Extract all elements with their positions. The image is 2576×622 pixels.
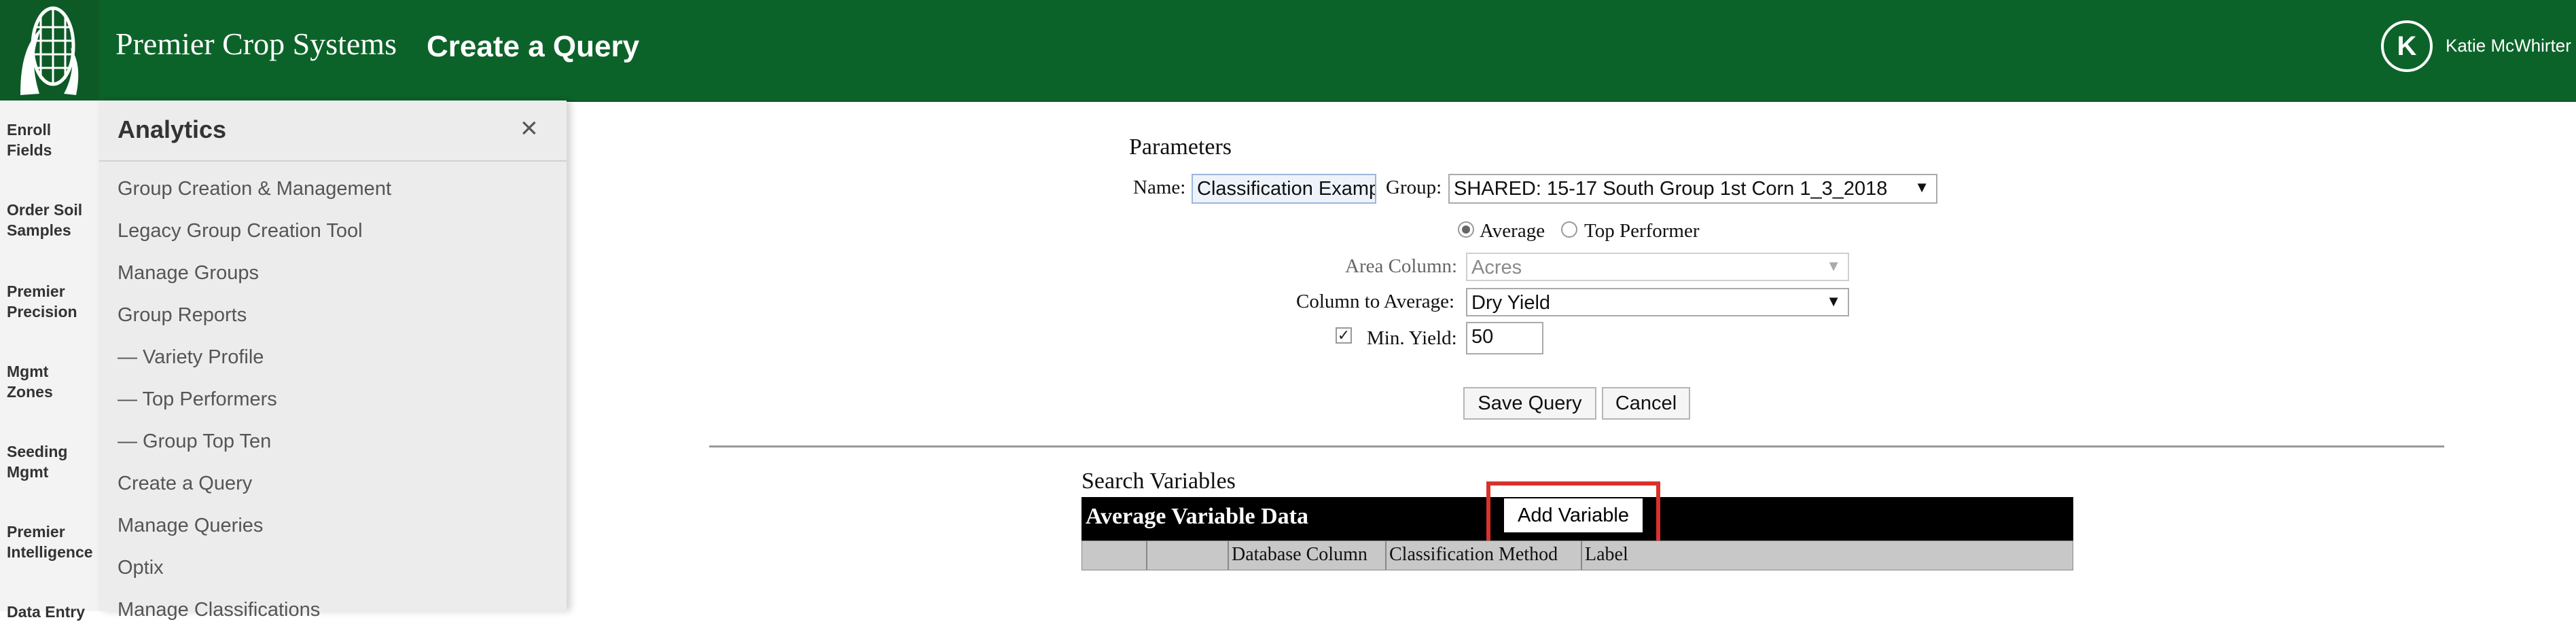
min-yield-checkbox[interactable]: ✓ <box>1336 327 1352 344</box>
icon-rail: Enroll Fields Order Soil Samples Premier… <box>0 100 100 621</box>
close-icon[interactable]: × <box>520 111 538 145</box>
column-to-average-label: Column to Average: <box>1296 291 1455 312</box>
rail-item-order-soil-samples[interactable]: Order Soil Samples <box>7 200 95 240</box>
top-performer-radio-label: Top Performer <box>1584 220 1700 242</box>
user-name[interactable]: Katie McWhirter <box>2446 35 2571 56</box>
min-yield-input[interactable]: 50 <box>1466 322 1543 354</box>
avatar[interactable]: K <box>2381 20 2433 72</box>
panel-link-manage-groups[interactable]: Manage Groups <box>118 262 259 285</box>
main-content: Parameters Name: Classification Example … <box>595 113 2576 611</box>
save-query-button[interactable]: Save Query <box>1463 387 1596 420</box>
column-header-database-column: Database Column <box>1229 541 1387 570</box>
analytics-panel: Analytics × Group Creation & Management … <box>99 100 567 621</box>
average-radio-label: Average <box>1480 220 1545 242</box>
variable-table-columns: Database Column Classification Method La… <box>1081 541 2073 570</box>
panel-header: Analytics × <box>99 100 567 162</box>
search-variables-heading: Search Variables <box>1081 469 1236 494</box>
dropdown-arrow-icon: ▼ <box>1914 179 1929 196</box>
panel-link-legacy-group-creation[interactable]: Legacy Group Creation Tool <box>118 220 363 242</box>
panel-link-optix[interactable]: Optix <box>118 557 164 579</box>
name-label: Name: <box>1133 177 1186 198</box>
dropdown-arrow-icon: ▼ <box>1826 257 1841 274</box>
top-performer-radio[interactable] <box>1561 221 1577 238</box>
rail-item-enroll-fields[interactable]: Enroll Fields <box>7 120 95 160</box>
panel-link-manage-queries[interactable]: Manage Queries <box>118 515 263 537</box>
section-divider <box>709 445 2444 447</box>
panel-link-manage-classifications[interactable]: Manage Classifications <box>118 599 320 621</box>
group-select[interactable]: SHARED: 15-17 South Group 1st Corn 1_3_2… <box>1448 174 1937 204</box>
column-header-blank-1 <box>1082 541 1147 570</box>
rail-item-seeding-mgmt[interactable]: Seeding Mgmt <box>7 441 95 482</box>
column-to-average-value: Dry Yield <box>1471 292 1551 314</box>
panel-link-create-query[interactable]: Create a Query <box>118 473 252 495</box>
area-column-value: Acres <box>1471 257 1522 278</box>
corn-logo-icon[interactable] <box>0 0 99 100</box>
rail-item-mgmt-zones[interactable]: Mgmt Zones <box>7 361 95 402</box>
min-yield-label: Min. Yield: <box>1367 327 1457 349</box>
panel-title: Analytics <box>118 115 227 143</box>
dropdown-arrow-icon: ▼ <box>1826 293 1841 310</box>
column-to-average-select[interactable]: Dry Yield ▼ <box>1466 288 1849 316</box>
rail-item-data-entry[interactable]: Data Entry <box>7 602 95 622</box>
brand-name: Premier Crop Systems <box>115 26 397 61</box>
column-header-label: Label <box>1585 544 1628 565</box>
rail-item-premier-intelligence[interactable]: Premier Intelligence <box>7 522 95 562</box>
cancel-button[interactable]: Cancel <box>1602 387 1690 420</box>
panel-link-group-reports[interactable]: Group Reports <box>118 304 247 327</box>
name-input[interactable]: Classification Example <box>1192 174 1376 204</box>
page-title: Create a Query <box>427 30 640 63</box>
area-column-label: Area Column: <box>1345 255 1458 277</box>
add-variable-button[interactable]: Add Variable <box>1503 497 1644 534</box>
column-header-classification-method: Classification Method <box>1387 541 1582 570</box>
parameters-heading: Parameters <box>1129 134 1232 160</box>
area-column-select[interactable]: Acres ▼ <box>1466 253 1849 281</box>
variable-table-title: Average Variable Data <box>1086 504 1308 529</box>
column-header-blank-2 <box>1147 541 1229 570</box>
panel-link-group-top-ten[interactable]: — Group Top Ten <box>118 431 271 453</box>
average-radio[interactable] <box>1458 221 1474 238</box>
group-label: Group: <box>1386 177 1442 198</box>
rail-item-premier-precision[interactable]: Premier Precision <box>7 281 95 322</box>
panel-link-top-performers[interactable]: — Top Performers <box>118 388 277 411</box>
group-select-value: SHARED: 15-17 South Group 1st Corn 1_3_2… <box>1454 178 1888 200</box>
top-header: Premier Crop Systems Create a Query K Ka… <box>0 0 2576 102</box>
panel-link-variety-profile[interactable]: — Variety Profile <box>118 346 264 369</box>
panel-link-group-creation[interactable]: Group Creation & Management <box>118 178 391 200</box>
